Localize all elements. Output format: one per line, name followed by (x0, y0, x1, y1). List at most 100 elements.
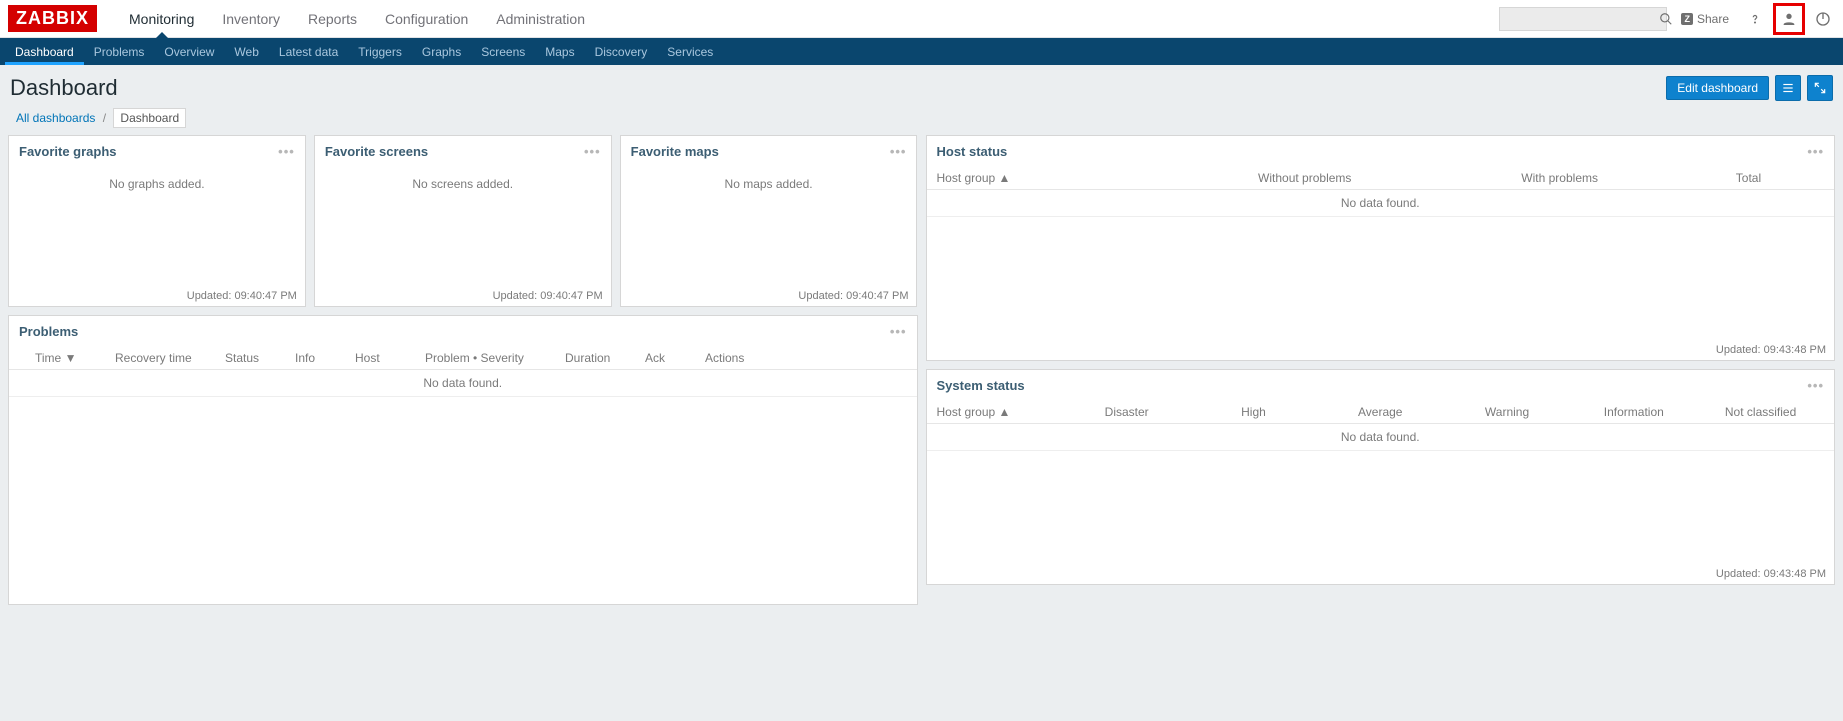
widget-updated: Updated: 09:43:48 PM (927, 340, 1835, 360)
logo[interactable]: ZABBIX (8, 5, 97, 32)
favorites-row: Favorite graphs ••• No graphs added. Upd… (8, 135, 918, 307)
widget-menu-icon[interactable]: ••• (584, 144, 601, 159)
search-box[interactable] (1499, 7, 1667, 31)
subnav-web[interactable]: Web (224, 38, 268, 65)
subnav-latest-data[interactable]: Latest data (269, 38, 348, 65)
dashboard-list-icon[interactable] (1775, 75, 1801, 101)
col-actions[interactable]: Actions (705, 351, 755, 365)
col-ack[interactable]: Ack (645, 351, 685, 365)
widget-menu-icon[interactable]: ••• (1807, 144, 1824, 159)
breadcrumb-root[interactable]: All dashboards (16, 111, 95, 125)
user-icon[interactable] (1777, 7, 1801, 31)
share-button[interactable]: Z Share (1673, 12, 1737, 26)
widget-favorite-graphs: Favorite graphs ••• No graphs added. Upd… (8, 135, 306, 307)
user-button-highlight (1773, 3, 1805, 35)
topnav-reports[interactable]: Reports (294, 0, 371, 38)
dashboard-left-column: Favorite graphs ••• No graphs added. Upd… (8, 135, 918, 605)
widget-updated: Updated: 09:40:47 PM (621, 286, 917, 306)
breadcrumb: All dashboards / Dashboard (0, 107, 1843, 135)
empty-message: No maps added. (621, 167, 917, 201)
no-data-message: No data found. (9, 370, 917, 397)
col-information[interactable]: Information (1570, 405, 1697, 419)
widget-host-status: Host status ••• Host group ▲ Without pro… (926, 135, 1836, 361)
empty-message: No graphs added. (9, 167, 305, 201)
top-bar: ZABBIX Monitoring Inventory Reports Conf… (0, 0, 1843, 38)
widget-menu-icon[interactable]: ••• (1807, 378, 1824, 393)
widget-updated: Updated: 09:43:48 PM (927, 564, 1835, 584)
col-without-problems[interactable]: Without problems (1163, 171, 1446, 185)
page-header: Dashboard Edit dashboard (0, 65, 1843, 107)
subnav-maps[interactable]: Maps (535, 38, 584, 65)
widget-updated: Updated: 09:40:47 PM (9, 286, 305, 306)
col-total[interactable]: Total (1673, 171, 1824, 185)
widget-title: Favorite screens (325, 144, 428, 159)
subnav-discovery[interactable]: Discovery (585, 38, 658, 65)
subnav-overview[interactable]: Overview (154, 38, 224, 65)
subnav-graphs[interactable]: Graphs (412, 38, 471, 65)
no-data-message: No data found. (927, 424, 1835, 451)
widget-system-status: System status ••• Host group ▲ Disaster … (926, 369, 1836, 585)
col-host-group[interactable]: Host group ▲ (937, 405, 1064, 419)
widget-updated: Updated: 09:40:47 PM (315, 286, 611, 306)
widget-title: Favorite graphs (19, 144, 117, 159)
col-time[interactable]: Time ▼ (35, 351, 95, 365)
widget-title: System status (937, 378, 1025, 393)
topnav-configuration[interactable]: Configuration (371, 0, 482, 38)
search-input[interactable] (1504, 12, 1659, 26)
col-average[interactable]: Average (1317, 405, 1444, 419)
topnav-administration[interactable]: Administration (482, 0, 599, 38)
fullscreen-icon[interactable] (1807, 75, 1833, 101)
top-nav: Monitoring Inventory Reports Configurati… (115, 0, 599, 38)
edit-dashboard-button[interactable]: Edit dashboard (1666, 76, 1769, 100)
subnav-problems[interactable]: Problems (84, 38, 155, 65)
page-title: Dashboard (10, 75, 118, 101)
col-high[interactable]: High (1190, 405, 1317, 419)
sub-nav: Dashboard Problems Overview Web Latest d… (0, 38, 1843, 65)
col-info[interactable]: Info (295, 351, 335, 365)
col-warning[interactable]: Warning (1444, 405, 1571, 419)
subnav-services[interactable]: Services (657, 38, 723, 65)
help-icon[interactable] (1743, 7, 1767, 31)
widget-favorite-screens: Favorite screens ••• No screens added. U… (314, 135, 612, 307)
col-duration[interactable]: Duration (565, 351, 625, 365)
breadcrumb-current: Dashboard (113, 108, 186, 128)
col-with-problems[interactable]: With problems (1446, 171, 1673, 185)
topnav-inventory[interactable]: Inventory (208, 0, 294, 38)
widget-favorite-maps: Favorite maps ••• No maps added. Updated… (620, 135, 918, 307)
zabbix-badge-icon: Z (1681, 13, 1693, 25)
top-right: Z Share (1499, 3, 1835, 35)
sort-asc-icon: ▲ (995, 171, 1010, 185)
subnav-triggers[interactable]: Triggers (348, 38, 412, 65)
no-data-message: No data found. (927, 190, 1835, 217)
subnav-dashboard[interactable]: Dashboard (5, 38, 84, 65)
problems-table-head: Time ▼ Recovery time Status Info Host Pr… (9, 347, 917, 370)
widget-menu-icon[interactable]: ••• (278, 144, 295, 159)
widget-title: Host status (937, 144, 1008, 159)
logout-icon[interactable] (1811, 7, 1835, 31)
subnav-screens[interactable]: Screens (471, 38, 535, 65)
col-status[interactable]: Status (225, 351, 275, 365)
topnav-monitoring[interactable]: Monitoring (115, 0, 208, 38)
col-host[interactable]: Host (355, 351, 405, 365)
system-status-table-head: Host group ▲ Disaster High Average Warni… (927, 401, 1835, 424)
widget-problems: Problems ••• Time ▼ Recovery time Status… (8, 315, 918, 605)
sort-asc-icon: ▲ (995, 405, 1010, 419)
col-problem[interactable]: Problem • Severity (425, 351, 545, 365)
widget-menu-icon[interactable]: ••• (890, 324, 907, 339)
widget-title: Favorite maps (631, 144, 719, 159)
col-disaster[interactable]: Disaster (1063, 405, 1190, 419)
col-not-classified[interactable]: Not classified (1697, 405, 1824, 419)
breadcrumb-separator: / (99, 111, 110, 125)
col-recovery[interactable]: Recovery time (115, 351, 205, 365)
header-actions: Edit dashboard (1666, 75, 1833, 101)
share-label: Share (1697, 12, 1729, 26)
widget-menu-icon[interactable]: ••• (890, 144, 907, 159)
widget-title: Problems (19, 324, 78, 339)
empty-message: No screens added. (315, 167, 611, 201)
dashboard-right-column: Host status ••• Host group ▲ Without pro… (926, 135, 1836, 605)
col-host-group[interactable]: Host group ▲ (937, 171, 1164, 185)
dashboard-grid: Favorite graphs ••• No graphs added. Upd… (0, 135, 1843, 605)
sort-desc-icon: ▼ (61, 351, 76, 365)
host-status-table-head: Host group ▲ Without problems With probl… (927, 167, 1835, 190)
search-icon[interactable] (1659, 7, 1673, 31)
